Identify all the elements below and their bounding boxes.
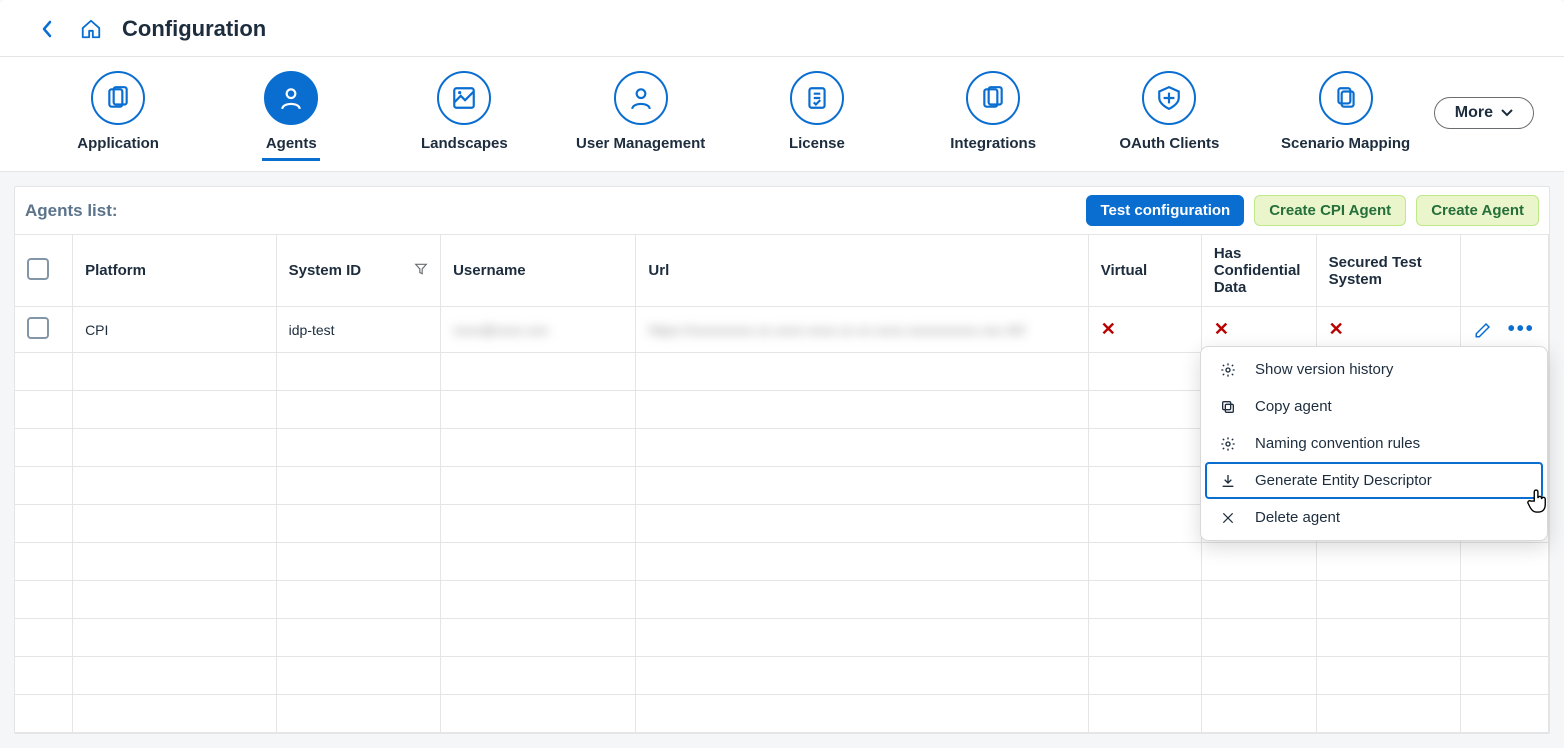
page-header: Configuration <box>0 0 1564 57</box>
home-button[interactable] <box>74 12 108 46</box>
row-context-menu: Show version history Copy agent Naming c… <box>1200 346 1548 541</box>
menu-generate-entity-descriptor[interactable]: Generate Entity Descriptor <box>1205 462 1543 499</box>
application-icon <box>105 85 131 111</box>
menu-label: Copy agent <box>1255 398 1332 415</box>
col-system-id-label: System ID <box>289 262 362 279</box>
nav-label: License <box>789 135 845 152</box>
select-all-checkbox[interactable] <box>27 258 49 280</box>
test-configuration-button[interactable]: Test configuration <box>1086 195 1244 226</box>
nav-more-button[interactable]: More <box>1434 97 1534 129</box>
nav-integrations[interactable]: Integrations <box>905 71 1081 158</box>
nav-more-label: More <box>1455 104 1493 122</box>
col-username[interactable]: Username <box>441 235 636 307</box>
nav-label: Scenario Mapping <box>1281 135 1410 152</box>
col-virtual[interactable]: Virtual <box>1088 235 1201 307</box>
landscapes-icon <box>451 85 477 111</box>
nav-oauth-clients[interactable]: OAuth Clients <box>1081 71 1257 158</box>
menu-label: Delete agent <box>1255 509 1340 526</box>
menu-label: Show version history <box>1255 361 1393 378</box>
cell-platform: CPI <box>73 307 277 353</box>
cell-virtual: ✕ <box>1088 307 1201 353</box>
row-more-button[interactable]: ••• <box>1508 318 1535 341</box>
nav-label: Application <box>77 135 159 152</box>
col-url[interactable]: Url <box>636 235 1088 307</box>
x-icon <box>1219 511 1237 525</box>
chevron-left-icon <box>41 20 53 38</box>
cell-username: xxxx@xxxx.xxx <box>441 307 636 353</box>
table-row-empty <box>15 695 1549 733</box>
row-checkbox[interactable] <box>27 317 49 339</box>
agents-icon <box>278 85 304 111</box>
nav-label: Landscapes <box>421 135 508 152</box>
cell-system-id: idp-test <box>276 307 440 353</box>
table-row-empty <box>15 619 1549 657</box>
menu-copy-agent[interactable]: Copy agent <box>1201 388 1547 425</box>
gear-icon <box>1219 436 1237 452</box>
nav-tabs: Application Agents Landscapes User Manag… <box>0 57 1564 172</box>
user-management-icon <box>628 85 654 111</box>
nav-label: User Management <box>576 135 705 152</box>
nav-agents[interactable]: Agents <box>262 71 320 161</box>
nav-license[interactable]: License <box>729 71 905 158</box>
create-cpi-agent-button[interactable]: Create CPI Agent <box>1254 195 1406 226</box>
nav-label: OAuth Clients <box>1119 135 1219 152</box>
table-row-empty <box>15 543 1549 581</box>
menu-show-version-history[interactable]: Show version history <box>1201 351 1547 388</box>
integrations-icon <box>980 85 1006 111</box>
oauth-clients-icon <box>1156 85 1182 111</box>
filter-icon[interactable] <box>414 262 428 276</box>
scenario-mapping-icon <box>1333 85 1359 111</box>
nav-landscapes[interactable]: Landscapes <box>376 71 552 158</box>
back-button[interactable] <box>30 12 64 46</box>
agents-list-title: Agents list: <box>25 201 118 221</box>
table-row-empty <box>15 581 1549 619</box>
home-icon <box>80 18 102 40</box>
nav-label: Agents <box>266 135 317 152</box>
menu-label: Naming convention rules <box>1255 435 1420 452</box>
menu-delete-agent[interactable]: Delete agent <box>1201 499 1547 536</box>
page-title: Configuration <box>122 16 266 42</box>
cell-url: https://xxxxxxxxx.xx.xxxx-xxxx.xx.xx.xxx… <box>636 307 1088 353</box>
chevron-down-icon <box>1501 109 1513 117</box>
table-row-empty <box>15 657 1549 695</box>
nav-user-management[interactable]: User Management <box>553 71 729 158</box>
download-icon <box>1219 473 1237 489</box>
gear-icon <box>1219 362 1237 378</box>
edit-button[interactable] <box>1474 321 1492 339</box>
license-icon <box>804 85 830 111</box>
nav-label: Integrations <box>950 135 1036 152</box>
copy-icon <box>1219 399 1237 415</box>
col-secured[interactable]: Secured Test System <box>1316 235 1460 307</box>
col-system-id[interactable]: System ID <box>276 235 440 307</box>
create-agent-button[interactable]: Create Agent <box>1416 195 1539 226</box>
menu-naming-convention[interactable]: Naming convention rules <box>1201 425 1547 462</box>
col-platform[interactable]: Platform <box>73 235 277 307</box>
col-actions <box>1460 235 1548 307</box>
nav-application[interactable]: Application <box>30 71 206 158</box>
menu-label: Generate Entity Descriptor <box>1255 472 1432 489</box>
col-has-confidential[interactable]: Has Confidential Data <box>1201 235 1316 307</box>
nav-scenario-mapping[interactable]: Scenario Mapping <box>1258 71 1434 158</box>
